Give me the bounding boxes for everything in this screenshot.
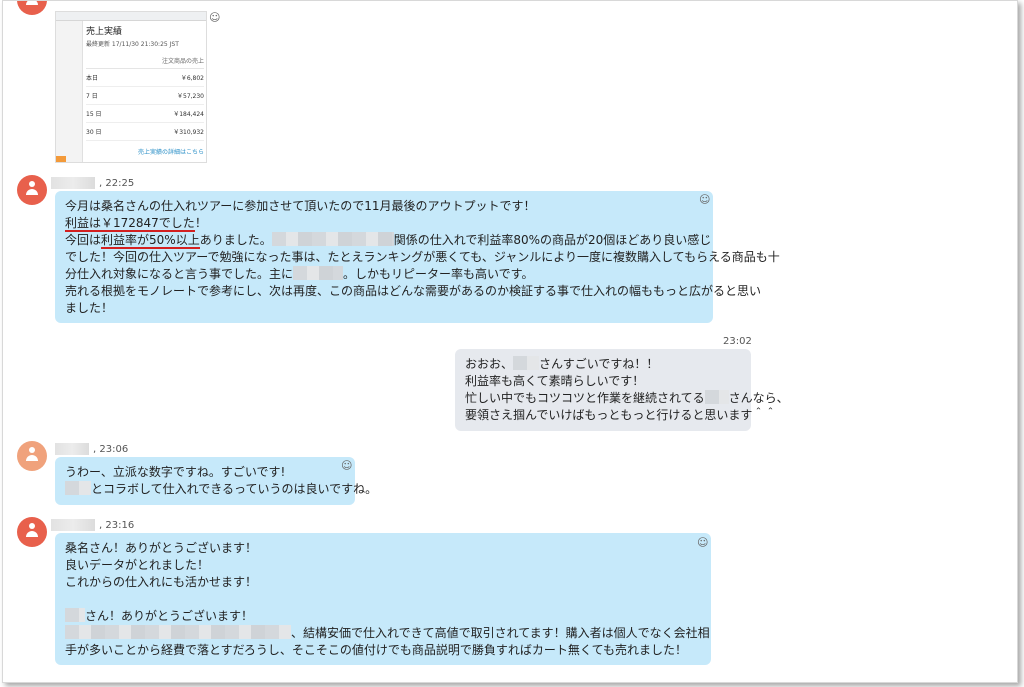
sales-row: 30 日 ￥310,932 — [86, 123, 204, 141]
blurred-text — [704, 390, 729, 404]
sender-name-blurred — [51, 519, 95, 531]
message-bubble-outgoing[interactable]: おおお、 さんすごいですね！！ 利益率も高くて素晴らしいです！ 忙しい中でもコツコ… — [455, 349, 789, 431]
sender-name-blurred — [51, 177, 95, 189]
message-line: 利益率も高くて素晴らしいです！ — [465, 374, 645, 388]
sales-row: 15 日 ￥184,424 — [86, 105, 204, 123]
user-avatar-icon — [26, 523, 38, 537]
highlighted-profit: 利益は￥172847でした — [65, 216, 195, 232]
sender-name-blurred — [55, 443, 89, 455]
blurred-text — [271, 232, 394, 246]
sales-row: 本日 ￥6,802 — [86, 69, 204, 87]
message-line: 今月は桑名さんの仕入れツアーに参加させて頂いたので11月最後のアウトプットです！ — [65, 199, 536, 213]
smiley-icon[interactable]: ☺ — [697, 536, 708, 549]
blurred-text — [65, 481, 91, 495]
message-meta: , 23:06 — [55, 443, 128, 455]
message-time: , 23:16 — [99, 520, 135, 531]
sales-title: 売上実績 — [86, 27, 123, 37]
message-line: さん！ありがとうございます！ — [65, 608, 701, 625]
blurred-text — [293, 266, 344, 280]
user-avatar[interactable] — [17, 1, 47, 15]
screenshot-sidebar — [56, 21, 83, 162]
message-meta: , 23:16 — [51, 519, 134, 531]
chat-window: 売上実績 最終更新 17/11/30 21:30:25 JST 注文商品の売上 … — [2, 0, 1018, 683]
message-line: うわー、立派な数字ですね。すごいです! — [65, 465, 286, 479]
message-line: ました！ — [65, 301, 114, 315]
browser-tab-bar — [56, 12, 206, 21]
message-bubble[interactable]: うわー、立派な数字ですね。すごいです! とコラボして仕入れできるっていうのは良い… — [55, 457, 377, 505]
message-line: 、結構安価で仕入れできて高値で取引されてます！購入者は個人でなく会社相 — [65, 625, 710, 642]
message-line: 売れる根拠をモノレートで参考にし、次は再度、この商品はどんな需要があるのか検証す… — [65, 284, 762, 298]
smiley-icon[interactable]: ☺ — [699, 193, 710, 206]
message-line: 忙しい中でもコツコツと作業を継続されてる さんなら、 — [465, 390, 789, 405]
smiley-icon[interactable]: ☺ — [341, 459, 352, 472]
message-line: 良いデータがとれました！ — [65, 558, 210, 572]
blurred-text — [65, 625, 291, 639]
user-avatar-icon — [26, 447, 38, 461]
user-avatar[interactable] — [17, 175, 47, 205]
message-time: 23:02 — [723, 336, 752, 347]
sales-updated: 最終更新 17/11/30 21:30:25 JST — [86, 41, 179, 48]
message-time: , 23:06 — [93, 444, 129, 455]
message-line: おおお、 さんすごいですね！！ — [465, 356, 659, 371]
blurred-text — [513, 356, 540, 370]
message-bubble[interactable]: 今月は桑名さんの仕入れツアーに参加させて頂いたので11月最後のアウトプットです！… — [55, 191, 780, 323]
message-line: とコラボして仕入れできるっていうのは良いですね。 — [65, 481, 377, 498]
message-line: 桑名さん！ありがとうございます！ — [65, 541, 258, 555]
blurred-text — [65, 608, 85, 622]
sales-screenshot-image[interactable]: 売上実績 最終更新 17/11/30 21:30:25 JST 注文商品の売上 … — [55, 11, 207, 163]
message-line: 利益は￥172847でした！ — [65, 216, 207, 232]
message-line: これからの仕入れにも活かせます！ — [65, 575, 258, 589]
message-line: 今回は利益率が50%以上ありました。 関係の仕入れで利益率80%の商品が20個ほど… — [65, 232, 712, 249]
sales-column-header: 注文商品の売上 — [86, 56, 204, 69]
sales-detail-link[interactable]: 売上実績の詳細はこちら — [86, 147, 204, 156]
sales-panel: 売上実績 最終更新 17/11/30 21:30:25 JST 注文商品の売上 … — [86, 24, 204, 156]
screenshot-orange-tab — [56, 156, 66, 162]
user-avatar[interactable] — [17, 441, 47, 471]
smiley-icon[interactable]: ☺ — [209, 11, 220, 24]
message-time: , 22:25 — [99, 178, 135, 189]
message-line: 要領さえ掴んでいけばもっともっと行けると思います＾＾ — [465, 408, 777, 422]
message-line: でした！今回の仕入ツアーで勉強になった事は、たとえランキングが悪くても、ジャンル… — [65, 250, 780, 264]
highlighted-margin: 利益率が50%以上 — [101, 233, 200, 249]
user-avatar-icon — [26, 1, 38, 5]
message-bubble[interactable]: 桑名さん！ありがとうございます！ 良いデータがとれました！ これからの仕入れにも… — [55, 533, 711, 665]
sales-row: 7 日 ￥57,230 — [86, 87, 204, 105]
message-line — [65, 591, 701, 608]
user-avatar-icon — [26, 181, 38, 195]
message-line: 手が多いことから経費で落とすだろうし、そこそこの値付けでも商品説明で勝負すればカ… — [65, 643, 687, 657]
message-line: 分仕入れ対象になると言う事でした。主に 。しかもリピーター率も高いです。 — [65, 266, 534, 281]
user-avatar[interactable] — [17, 517, 47, 547]
message-meta: , 22:25 — [51, 177, 134, 189]
